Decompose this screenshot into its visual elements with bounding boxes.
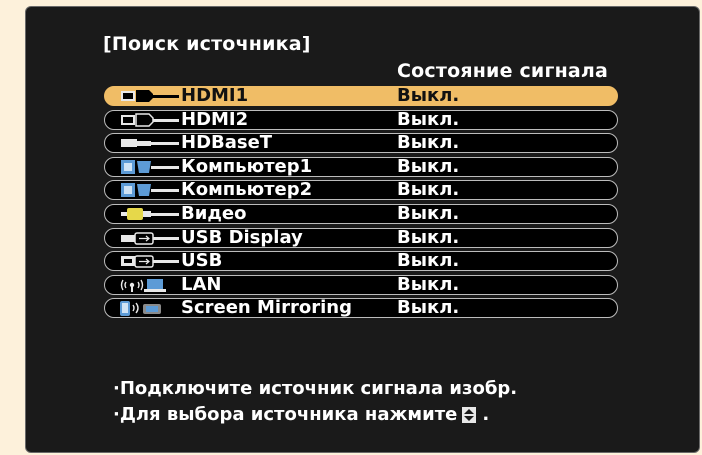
source-row-video[interactable]: Видео Выкл. <box>104 202 618 224</box>
panel-title: [Поиск источника] <box>103 33 311 55</box>
source-status: Выкл. <box>397 273 460 295</box>
source-label: Компьютер2 <box>181 179 313 201</box>
source-label: Screen Mirroring <box>181 297 352 319</box>
source-label: LAN <box>181 273 222 295</box>
source-label: Видео <box>181 202 247 224</box>
help-line-select: ·Для выбора источника нажмите . <box>113 402 517 428</box>
source-status: Выкл. <box>397 85 460 106</box>
help-line-select-text: ·Для выбора источника нажмите <box>113 404 458 425</box>
source-row-hdmi1[interactable]: HDMI1 Выкл. <box>104 85 618 106</box>
source-row-computer2[interactable]: Компьютер2 Выкл. <box>104 179 618 201</box>
source-status: Выкл. <box>397 250 460 272</box>
source-status: Выкл. <box>397 155 460 177</box>
source-row-screen-mirroring[interactable]: Screen Mirroring Выкл. <box>104 297 618 319</box>
usb-display-icon <box>121 231 179 245</box>
source-status: Выкл. <box>397 226 460 248</box>
source-search-panel: [Поиск источника] Состояние сигнала HDMI… <box>25 6 700 453</box>
help-line-select-period: . <box>482 404 490 425</box>
usb-icon <box>121 255 179 268</box>
screen-mirroring-icon <box>120 301 161 317</box>
source-label: HDBaseT <box>181 132 273 154</box>
hdmi-icon <box>121 90 179 102</box>
source-row-hdmi2[interactable]: HDMI2 Выкл. <box>104 108 618 130</box>
source-row-lan[interactable]: LAN Выкл. <box>104 273 618 295</box>
source-row-computer1[interactable]: Компьютер1 Выкл. <box>104 155 618 177</box>
hdmi-icon <box>121 112 179 127</box>
signal-status-header: Состояние сигнала <box>397 60 609 82</box>
lan-wifi-icon <box>120 278 166 292</box>
source-label: HDMI2 <box>181 108 249 130</box>
source-status: Выкл. <box>397 202 460 224</box>
source-status: Выкл. <box>397 297 460 319</box>
source-label: Компьютер1 <box>181 155 313 177</box>
source-row-hdbaset[interactable]: HDBaseT Выкл. <box>104 132 618 154</box>
source-label: USB Display <box>181 226 303 248</box>
vga-computer-icon <box>121 159 179 174</box>
source-status: Выкл. <box>397 179 460 201</box>
source-row-usb[interactable]: USB Выкл. <box>104 250 618 272</box>
vga-computer-icon <box>121 183 179 198</box>
source-list: HDMI1 Выкл. HDMI2 Выкл. HDBaseT Выкл. Ко… <box>104 85 618 322</box>
hdbaset-icon <box>121 139 179 148</box>
help-text: ·Подключите источник сигнала изобр. ·Для… <box>113 376 517 428</box>
video-rca-icon <box>121 207 179 220</box>
source-label: USB <box>181 250 223 272</box>
help-line-connect: ·Подключите источник сигнала изобр. <box>113 378 518 399</box>
up-down-arrow-icon <box>462 407 477 423</box>
source-status: Выкл. <box>397 108 460 130</box>
source-label: HDMI1 <box>181 85 249 106</box>
source-status: Выкл. <box>397 132 460 154</box>
source-row-usb-display[interactable]: USB Display Выкл. <box>104 226 618 248</box>
